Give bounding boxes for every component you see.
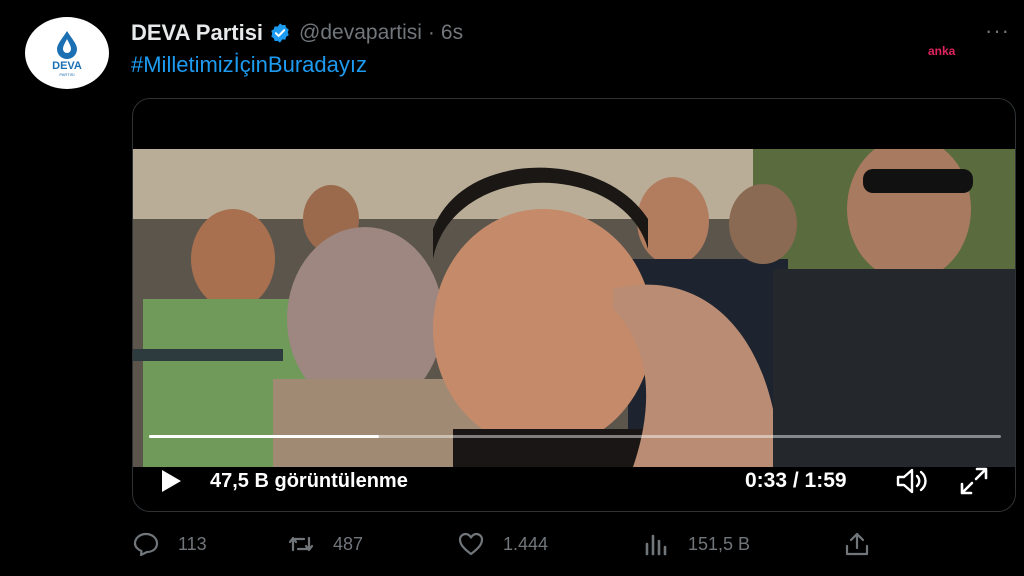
avatar-logo-text: DEVA <box>52 59 82 72</box>
tweet-actions: 113 487 1.444 151,5 B <box>132 530 892 560</box>
reply-button[interactable]: 113 <box>132 530 207 558</box>
reply-icon <box>133 532 159 557</box>
tweet-header: DEVA Partisi @devapartisi · 6s <box>131 18 463 48</box>
watermark: anka <box>928 44 956 58</box>
video-time-display: 0:33 / 1:59 <box>745 469 847 492</box>
verified-badge-icon <box>271 23 289 43</box>
like-icon <box>458 532 484 556</box>
reply-count: 113 <box>178 533 207 554</box>
views-count: 151,5 B <box>688 533 751 554</box>
video-controls: 47,5 B görüntülenme 0:33 / 1:59 <box>133 461 1015 501</box>
share-icon <box>845 532 869 556</box>
hashtag-link[interactable]: #MilletimizİçinBuradayız <box>131 52 367 78</box>
views-button[interactable]: 151,5 B <box>642 530 750 558</box>
tweet-time[interactable]: 6s <box>441 21 463 45</box>
retweet-count: 487 <box>333 533 364 554</box>
avatar[interactable]: DEVA PARTISI <box>25 17 109 89</box>
fullscreen-button[interactable] <box>957 466 991 496</box>
video-views-label: 47,5 B görüntülenme <box>210 469 408 492</box>
video-progress-bar[interactable] <box>149 435 1001 438</box>
fullscreen-icon <box>960 467 988 495</box>
avatar-logo-subtext: PARTISI <box>59 71 75 77</box>
author-handle[interactable]: @devapartisi <box>299 21 422 45</box>
play-button[interactable] <box>157 467 185 495</box>
volume-icon <box>896 468 927 494</box>
retweet-icon <box>288 536 314 552</box>
video-progress-fill <box>149 435 380 438</box>
volume-button[interactable] <box>895 466 929 496</box>
video-frame <box>133 149 1015 467</box>
deva-drop-icon <box>57 30 77 59</box>
author-name[interactable]: DEVA Partisi <box>131 20 263 46</box>
like-count: 1.444 <box>503 533 549 554</box>
more-icon[interactable]: ··· <box>985 18 1010 44</box>
views-chart-icon <box>645 534 667 556</box>
retweet-button[interactable]: 487 <box>287 530 363 558</box>
like-button[interactable]: 1.444 <box>457 530 548 558</box>
video-player[interactable]: 47,5 B görüntülenme 0:33 / 1:59 <box>132 98 1016 512</box>
separator-dot: · <box>427 21 435 44</box>
play-icon <box>162 470 181 492</box>
share-button[interactable] <box>843 530 871 558</box>
